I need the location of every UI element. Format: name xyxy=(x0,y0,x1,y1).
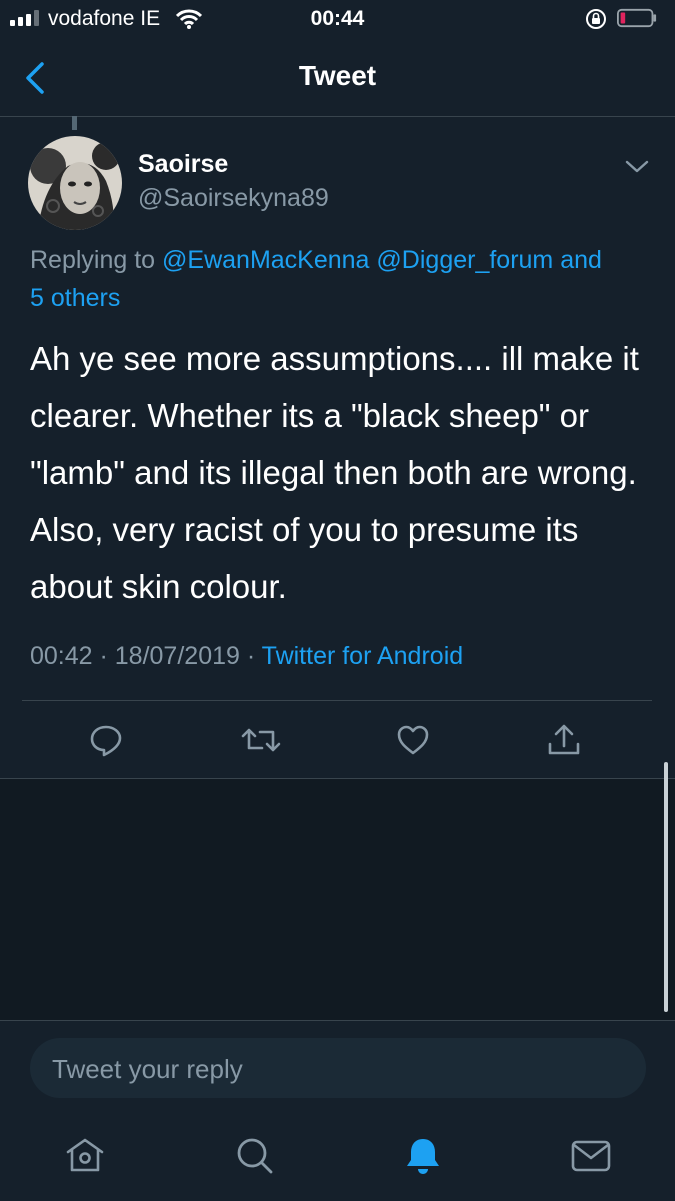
search-icon[interactable] xyxy=(233,1134,277,1178)
page-title: Tweet xyxy=(298,60,377,91)
author-name[interactable]: Saoirse xyxy=(138,150,228,179)
mention-link[interactable]: @EwanMacKenna xyxy=(162,246,369,274)
mention-link[interactable]: @Digger_forum xyxy=(376,246,553,274)
notifications-bell-icon[interactable] xyxy=(401,1134,445,1178)
share-icon[interactable] xyxy=(546,722,582,758)
rotation-lock-icon xyxy=(586,9,606,29)
retweet-icon[interactable] xyxy=(240,722,282,758)
tweet-text: Ah ye see more assumptions.... ill make … xyxy=(30,340,639,605)
reply-icon[interactable] xyxy=(88,722,124,758)
reply-and-tab-bar: Tweet your reply xyxy=(0,1020,675,1201)
chevron-down-icon[interactable] xyxy=(624,158,650,176)
status-bar: vodafone IE 00:44 xyxy=(0,0,675,40)
others-link[interactable]: 5 others xyxy=(30,284,120,312)
replying-prefix: Replying to xyxy=(30,246,156,274)
messages-envelope-icon[interactable] xyxy=(569,1134,613,1178)
avatar-portrait-icon xyxy=(28,136,122,230)
empty-area xyxy=(0,779,675,1020)
status-time: 00:44 xyxy=(310,7,365,30)
replying-to: Replying to @EwanMacKenna @Digger_forum … xyxy=(30,241,655,317)
author-handle[interactable]: @Saoirsekyna89 xyxy=(138,184,329,213)
reply-placeholder: Tweet your reply xyxy=(52,1054,243,1084)
scrollbar[interactable] xyxy=(664,762,668,1012)
tweet-actions xyxy=(0,700,675,778)
heart-icon[interactable] xyxy=(395,722,431,758)
navigation-bar: Tweet xyxy=(0,40,675,117)
battery-icon xyxy=(617,8,657,28)
tweet-meta: 00:42 · 18/07/2019 · Twitter for Android xyxy=(30,642,463,671)
reply-input[interactable]: Tweet your reply xyxy=(30,1038,646,1098)
replying-and: and xyxy=(560,246,602,274)
tweet-timestamp: 00:42 · 18/07/2019 · xyxy=(30,642,256,670)
tweet-source-link[interactable]: Twitter for Android xyxy=(262,642,463,670)
thread-connector xyxy=(72,116,77,130)
home-icon[interactable] xyxy=(63,1134,107,1178)
avatar[interactable] xyxy=(28,136,122,230)
